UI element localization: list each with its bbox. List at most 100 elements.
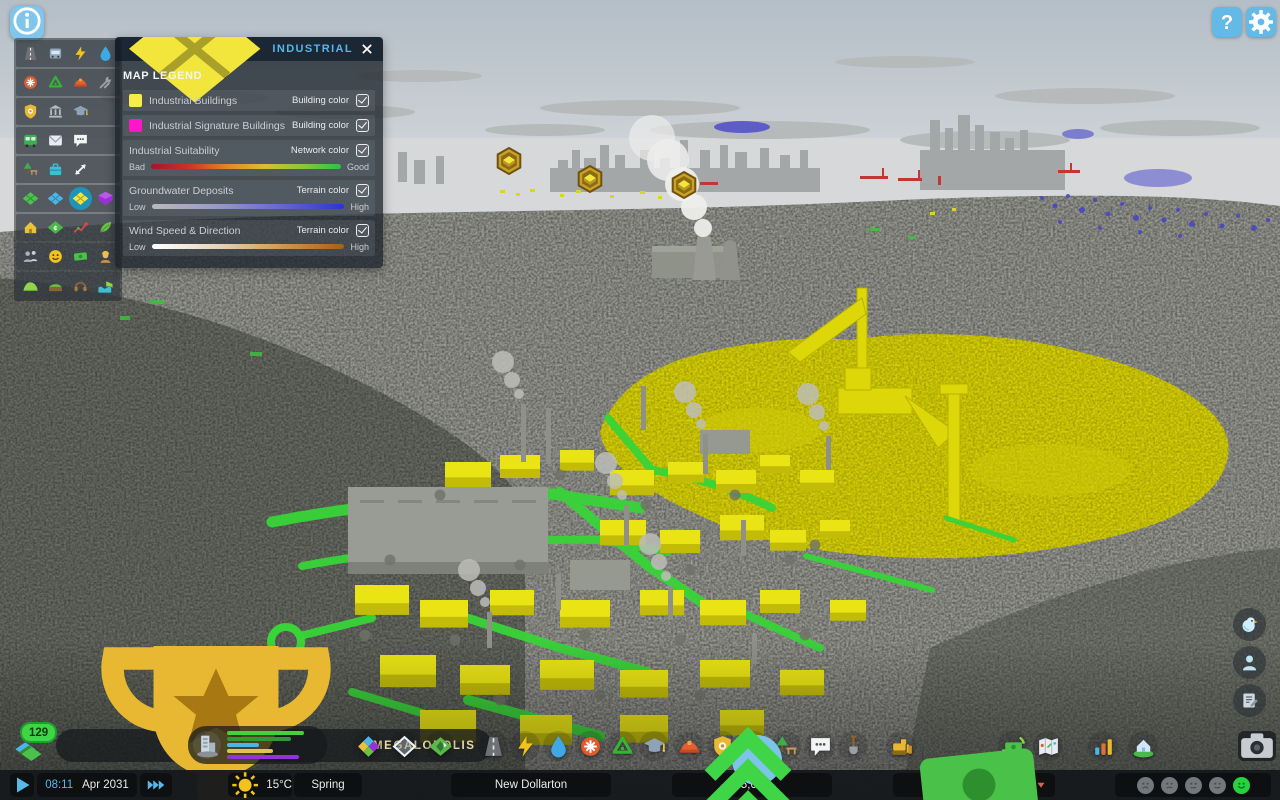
water-sewage-tool[interactable] (543, 731, 573, 761)
electricity-icon (72, 45, 89, 62)
happiness-face-icon (1185, 777, 1202, 794)
infoview-residential[interactable] (18, 188, 43, 209)
gradient-high-label: Good (347, 162, 369, 172)
settings-button[interactable] (1246, 7, 1276, 37)
tourism-icon (47, 161, 64, 178)
fertility-icon (47, 277, 64, 294)
legend-checkbox[interactable] (356, 184, 369, 197)
gradcap-icon (642, 734, 667, 759)
legend-item: Industrial SuitabilityNetwork colorBadGo… (123, 140, 375, 176)
photo-mode-button[interactable] (1238, 731, 1276, 761)
follow-citizen-button[interactable] (1233, 646, 1266, 679)
infoview-garbage[interactable] (43, 72, 68, 93)
legend-swatch (129, 94, 142, 107)
infoview-fire-rescue[interactable] (68, 72, 93, 93)
infoview-happiness[interactable] (43, 246, 68, 267)
legend-checkbox[interactable] (356, 224, 369, 237)
traffic-icon (47, 45, 64, 62)
population-widget[interactable]: 95,699 (672, 773, 832, 797)
infoview-telecom[interactable] (68, 130, 93, 151)
infoview-fertility[interactable] (43, 275, 68, 296)
infoview-transportation[interactable] (18, 130, 43, 151)
terraintool-icon (428, 734, 453, 759)
infoview-parks[interactable] (18, 159, 43, 180)
fast-forward-icon (145, 774, 167, 796)
chirper-button[interactable] (1233, 608, 1266, 641)
education-tool[interactable] (639, 731, 669, 761)
money-widget[interactable]: ¢38,341,849 (893, 773, 1055, 797)
infoview-electricity[interactable] (68, 43, 93, 64)
infoview-terrain[interactable] (18, 275, 43, 296)
gradient-bar (151, 164, 341, 169)
legend-mode-label: Terrain color (297, 225, 349, 236)
infoview-water-resources[interactable] (93, 275, 118, 296)
infoview-traffic[interactable] (43, 43, 68, 64)
season-display: Spring (294, 773, 362, 797)
residential-icon (22, 190, 39, 207)
infoview-tourism[interactable] (43, 159, 68, 180)
journal-button[interactable] (1233, 684, 1266, 717)
legend-label: Industrial Suitability (129, 145, 284, 157)
land-value-icon (22, 219, 39, 236)
areas-tool[interactable] (389, 731, 419, 761)
city-name-display[interactable]: New Dollarton (451, 773, 611, 797)
money-down-icon (1035, 779, 1047, 791)
terrain-tool[interactable] (425, 731, 455, 761)
legend-checkbox[interactable] (356, 144, 369, 157)
population-icon (22, 248, 39, 265)
infoview-land-rent[interactable]: ¢ (43, 217, 68, 238)
infoview-administration[interactable] (43, 101, 68, 122)
fast-forward-button[interactable] (140, 773, 172, 797)
water-icon (97, 45, 114, 62)
infoview-roads[interactable] (18, 43, 43, 64)
xp-widget[interactable]: 129 (12, 722, 58, 768)
transportation-icon (22, 132, 39, 149)
statsbars-icon (1091, 734, 1116, 759)
panel-title: INDUSTRIAL (272, 43, 353, 55)
demand-bar (227, 731, 304, 735)
demand-bar (227, 755, 299, 759)
infoview-grid-row (16, 40, 120, 67)
infoview-noise[interactable] (68, 275, 93, 296)
roads-tool[interactable] (478, 731, 508, 761)
svg-text:¢: ¢ (54, 224, 58, 232)
infoview-routes[interactable] (68, 159, 93, 180)
infoviews-button[interactable] (10, 6, 44, 40)
demand-widget[interactable] (188, 726, 327, 764)
legend-item: Wind Speed & DirectionTerrain colorLowHi… (123, 220, 375, 256)
legend-checkbox[interactable] (356, 119, 369, 132)
infoview-industrial[interactable] (68, 188, 93, 209)
infoview-statistics[interactable] (68, 217, 93, 238)
landscaping-tool[interactable] (838, 731, 868, 761)
statistics-button[interactable] (1088, 731, 1118, 761)
happiness-widget[interactable] (1115, 773, 1271, 797)
infoview-commercial[interactable] (43, 188, 68, 209)
status-bar: 08:11 Apr 2031 15°C Spring New Dollarton… (0, 770, 1280, 800)
legend-checkbox[interactable] (356, 94, 369, 107)
progression-button[interactable] (1128, 731, 1158, 761)
infoview-land-value[interactable] (18, 217, 43, 238)
play-button[interactable] (10, 773, 34, 797)
industrial-icon (72, 190, 89, 207)
infoview-education[interactable] (68, 101, 93, 122)
infoview-population[interactable] (18, 246, 43, 267)
infoview-wealth[interactable] (68, 246, 93, 267)
legend-mode-label: Terrain color (297, 185, 349, 196)
demand-bar (227, 743, 259, 747)
temperature-display: 15°C (228, 773, 292, 797)
demand-bar (227, 749, 273, 753)
infoview-post[interactable] (43, 130, 68, 151)
healthcare-tool[interactable] (575, 731, 605, 761)
happiness-face-icon (1161, 777, 1178, 794)
infoview-grid-row (16, 243, 120, 270)
garbage-tool[interactable] (607, 731, 637, 761)
close-icon[interactable] (359, 41, 375, 57)
happiness-face-icon (1233, 777, 1250, 794)
electricity-tool[interactable] (510, 731, 540, 761)
money-icon (903, 709, 1055, 800)
infoview-healthcare[interactable] (18, 72, 43, 93)
help-button[interactable]: ? (1212, 7, 1242, 37)
zones-tool[interactable] (353, 731, 383, 761)
medical-icon (578, 734, 603, 759)
infoview-police[interactable] (18, 101, 43, 122)
